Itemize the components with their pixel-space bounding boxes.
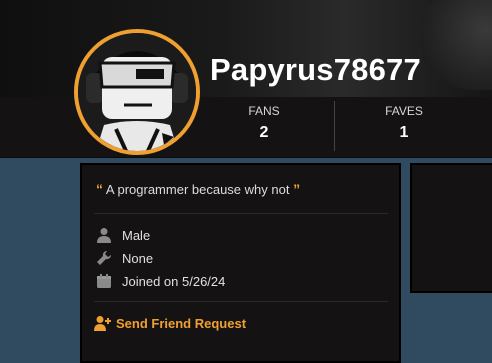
send-friend-request-label: Send Friend Request (116, 315, 247, 331)
about-card: “ A programmer because why not ” Male No… (80, 163, 401, 363)
joined-text: Joined on 5/26/24 (122, 273, 226, 289)
side-panel (410, 163, 492, 293)
bio: “ A programmer because why not ” (96, 181, 300, 197)
stat-fans[interactable]: FANS 2 (204, 104, 324, 142)
stat-fans-value: 2 (259, 124, 269, 141)
stat-faves[interactable]: FAVES 1 (344, 104, 464, 142)
bio-text: A programmer because why not (105, 182, 290, 197)
user-icon (97, 228, 111, 243)
gender-text: Male (122, 227, 151, 243)
occupation-text: None (122, 250, 154, 266)
joined-row: Joined on 5/26/24 (96, 273, 225, 289)
stat-faves-label: FAVES (385, 104, 423, 118)
banner-artwork (420, 0, 492, 90)
divider (94, 301, 388, 302)
profile-username: Papyrus78677 (210, 52, 421, 87)
stat-fans-label: FANS (248, 104, 280, 118)
avatar[interactable] (74, 29, 200, 155)
stats-divider (334, 101, 335, 151)
send-friend-request-button[interactable]: Send Friend Request (94, 315, 246, 331)
quote-open-icon: “ (96, 181, 103, 197)
calendar-icon (97, 274, 111, 288)
quote-close-icon: ” (293, 181, 301, 197)
stat-faves-value: 1 (399, 124, 409, 141)
occupation-row: None (96, 250, 153, 266)
wrench-icon (97, 250, 112, 265)
user-plus-icon (94, 316, 111, 331)
gender-row: Male (96, 227, 150, 243)
divider (94, 213, 388, 214)
avatar-image (78, 33, 196, 151)
